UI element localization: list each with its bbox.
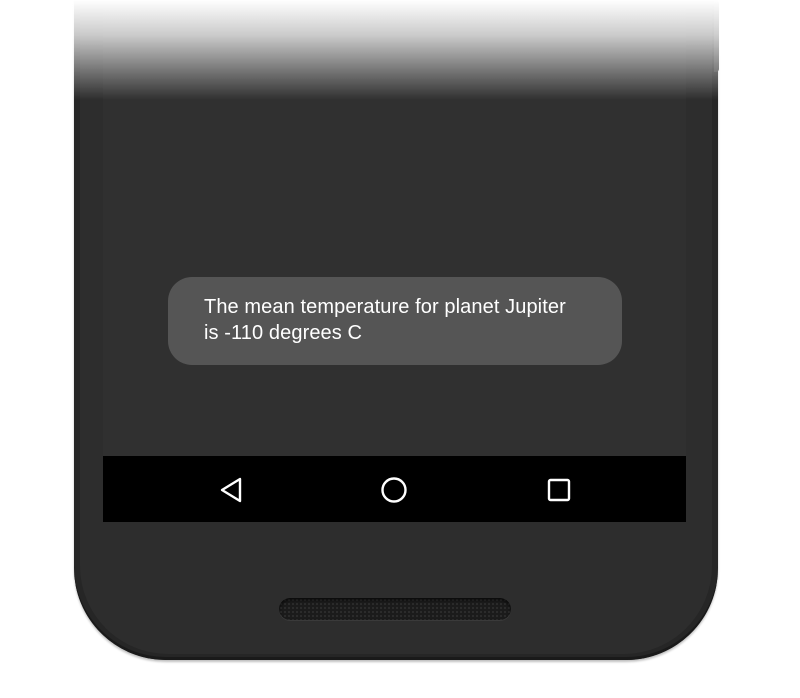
triangle-back-icon bbox=[220, 477, 242, 503]
phone-speaker-grille bbox=[279, 598, 511, 620]
circle-home-icon bbox=[381, 477, 407, 503]
phone-mockup: The mean temperature for planet Jupiter … bbox=[0, 0, 800, 698]
back-button[interactable] bbox=[209, 468, 253, 512]
app-screen bbox=[103, 0, 686, 456]
phone-side-button bbox=[714, 0, 719, 72]
toast-line-1: The mean temperature for planet Jupiter bbox=[204, 296, 566, 318]
toast-line-2: is -110 degrees C bbox=[204, 322, 363, 344]
system-navigation-bar bbox=[103, 456, 686, 522]
toast-message: The mean temperature for planet Jupiter … bbox=[168, 277, 622, 365]
home-button[interactable] bbox=[372, 468, 416, 512]
recents-button[interactable] bbox=[537, 468, 581, 512]
square-recents-icon bbox=[547, 478, 571, 502]
